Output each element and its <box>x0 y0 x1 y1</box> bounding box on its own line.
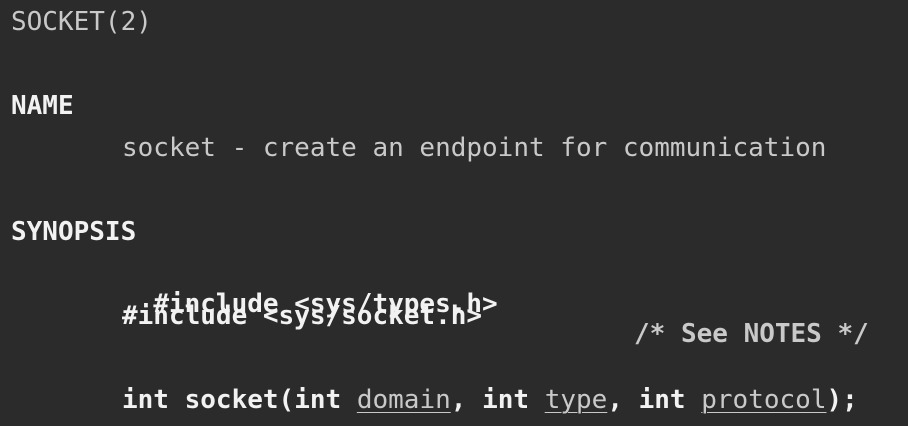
notes-comment: /* See NOTES */ <box>634 319 869 349</box>
include-socket-line: #include <sys/socket.h> <box>122 301 483 331</box>
sep-1: , <box>450 385 483 415</box>
sep-2: , <box>607 385 639 415</box>
kw-int-type: int <box>482 385 530 415</box>
kw-int-return: int <box>122 385 169 415</box>
kw-int-domain: int <box>294 385 342 415</box>
synopsis-heading: SYNOPSIS <box>11 217 137 247</box>
prototype-end: ); <box>826 385 858 415</box>
arg-type: type <box>544 385 608 415</box>
kw-int-protocol: int <box>638 385 686 415</box>
name-description: socket - create an endpoint for communic… <box>122 133 827 163</box>
socket-prototype: int socket(int domain, int type, int pro… <box>122 385 858 415</box>
func-name: socket( <box>184 385 295 415</box>
include-types-line: #include <sys/types.h> /* See NOTES */ <box>122 259 882 349</box>
arg-domain: domain <box>356 385 451 415</box>
manpage-header: SOCKET(2) <box>11 7 152 37</box>
arg-protocol: protocol <box>701 385 827 415</box>
name-heading: NAME <box>11 91 74 121</box>
